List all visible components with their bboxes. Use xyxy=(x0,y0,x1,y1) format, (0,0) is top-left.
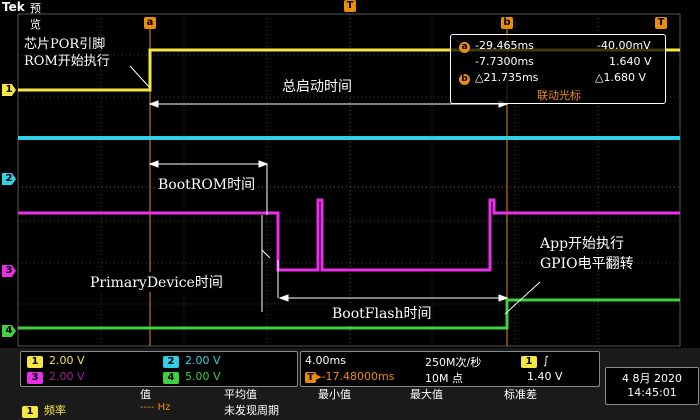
annotation-total-boot-time: 总启动时间 xyxy=(282,76,352,96)
annotation-bootrom-time: BootROM时间 xyxy=(158,174,256,194)
measure-status: 未发现周期 xyxy=(224,404,279,417)
cursor-b-time: -7.7300ms xyxy=(475,55,534,68)
ch2-scale: 2.00 V xyxy=(185,354,221,367)
ch1-scale: 2.00 V xyxy=(49,354,85,367)
trigger-position-marker[interactable]: T xyxy=(344,0,356,12)
trigger-t-icon: T xyxy=(655,17,667,29)
ch3-badge[interactable]: 3 xyxy=(27,372,43,384)
sample-rate: 250M次/秒 xyxy=(425,356,482,369)
cursor-a-voltage: -40.00mV xyxy=(597,39,651,52)
time: 14:45:01 xyxy=(627,386,677,399)
annotation-primary-device-time: PrimaryDevice时间 xyxy=(90,272,223,292)
annotation-bootflash-time: BootFlash时间 xyxy=(332,303,432,323)
trigger-t-badge: T xyxy=(305,372,316,383)
cursor-delta-time: △21.735ms xyxy=(475,71,539,84)
cursor-a-time: -29.465ms xyxy=(475,39,534,52)
oscilloscope-screen: Tek 预览 a b T T 1 2 3 4 a -29.465ms -40.0… xyxy=(0,0,700,420)
cursor-a-icon: a xyxy=(459,42,470,53)
measure-header-max: 最大值 xyxy=(410,388,443,401)
record-length: 10M 点 xyxy=(425,372,463,385)
ch3-scale: 2.00 V xyxy=(49,370,85,383)
trigger-channel-badge[interactable]: 1 xyxy=(521,356,537,368)
cursor-b-marker[interactable]: b xyxy=(501,17,513,29)
date: 4 8月 2020 xyxy=(622,372,682,385)
timebase-panel[interactable]: 4.00ms 250M次/秒 T ▸-17.48000ms 10M 点 1 ∫ 1.… xyxy=(300,351,600,387)
ch4-badge[interactable]: 4 xyxy=(163,372,179,384)
cursor-b-icon: b xyxy=(459,74,470,85)
ch2-badge[interactable]: 2 xyxy=(163,356,179,368)
channel-scale-panel[interactable]: 1 2.00 V 2 2.00 V 3 2.00 V 4 5.00 V xyxy=(20,351,298,387)
linked-cursors-label[interactable]: 联动光标 xyxy=(537,87,581,103)
annotation-app-start: App开始执行 GPIO电平翻转 xyxy=(540,236,634,272)
ch4-scale: 5.00 V xyxy=(185,370,221,383)
ch1-badge[interactable]: 1 xyxy=(27,356,43,368)
cursor-a-marker[interactable]: a xyxy=(144,17,156,29)
measure-frequency-label[interactable]: 频率 xyxy=(44,404,66,417)
annotation-por: 芯片POR引脚 ROM开始执行 xyxy=(24,37,110,69)
measure-channel-badge[interactable]: 1 xyxy=(22,406,38,418)
status-bar: 1 2.00 V 2 2.00 V 3 2.00 V 4 5.00 V 4.00ms 2… xyxy=(0,348,700,420)
cursor-b-voltage: 1.640 V xyxy=(609,55,652,68)
measure-header-value: 值 xyxy=(140,388,151,401)
measure-header-stddev: 标准差 xyxy=(504,388,537,401)
measure-header-mean: 平均值 xyxy=(224,388,257,401)
trigger-position: -17.48000ms xyxy=(321,370,395,383)
date-time-display: 4 8月 2020 14:45:01 xyxy=(605,367,699,405)
time-per-div: 4.00ms xyxy=(305,354,346,367)
cursor-delta-voltage: △1.680 V xyxy=(595,71,646,84)
cursor-readout-panel: a -29.465ms -40.00mV -7.7300ms 1.640 V b △… xyxy=(450,34,666,104)
measure-frequency-value: ---- Hz xyxy=(140,402,171,413)
trigger-level: 1.40 V xyxy=(527,370,563,383)
trigger-slope-icon: ∫ xyxy=(543,354,549,367)
measure-header-min: 最小值 xyxy=(318,388,351,401)
